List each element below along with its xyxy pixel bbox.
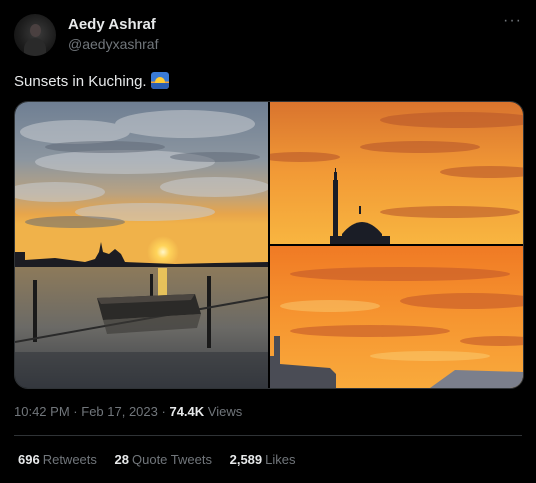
tweet-body: Sunsets in Kuching. bbox=[14, 73, 147, 90]
retweets-label: Retweets bbox=[42, 452, 97, 467]
quote-tweets-count: 28 bbox=[114, 452, 129, 467]
avatar[interactable] bbox=[14, 14, 56, 56]
avatar-head-shape bbox=[30, 24, 41, 37]
quote-tweets-label: Quote Tweets bbox=[132, 452, 212, 467]
photo-orange-sky[interactable] bbox=[270, 246, 523, 388]
divider bbox=[14, 435, 522, 436]
more-options-icon[interactable]: ··· bbox=[503, 12, 522, 30]
likes-stat[interactable]: 2,589 Likes bbox=[230, 452, 296, 467]
tweet-header: Aedy Ashraf @aedyxashraf ··· bbox=[14, 12, 524, 58]
tweet-text: Sunsets in Kuching. bbox=[14, 72, 169, 90]
author-name[interactable]: Aedy Ashraf bbox=[68, 16, 156, 33]
avatar-body-shape bbox=[24, 38, 46, 56]
tweet-time[interactable]: 10:42 PM bbox=[14, 404, 70, 419]
sunrise-over-water-icon bbox=[150, 72, 169, 89]
views-label: Views bbox=[207, 404, 243, 419]
tweet-meta: 10:42 PM · Feb 17, 2023 · 74.4K Views bbox=[14, 404, 242, 419]
meta-separator: · bbox=[73, 404, 78, 419]
quote-tweets-stat[interactable]: 28 Quote Tweets bbox=[115, 452, 212, 467]
mosque-dome-image bbox=[270, 102, 523, 244]
author-handle[interactable]: @aedyxashraf bbox=[68, 36, 158, 52]
orange-sky-image bbox=[270, 246, 523, 388]
media-grid bbox=[14, 101, 524, 389]
retweets-stat[interactable]: 696 Retweets bbox=[18, 452, 97, 467]
likes-label: Likes bbox=[265, 452, 296, 467]
views-count: 74.4K bbox=[169, 404, 205, 419]
meta-separator-2: · bbox=[161, 404, 166, 419]
tweet-stats: 696 Retweets 28 Quote Tweets 2,589 Likes bbox=[18, 452, 310, 467]
photo-river-sunset[interactable] bbox=[15, 102, 268, 388]
retweets-count: 696 bbox=[18, 452, 40, 467]
likes-count: 2,589 bbox=[229, 452, 263, 467]
photo-mosque-dome[interactable] bbox=[270, 102, 523, 244]
tweet-date[interactable]: Feb 17, 2023 bbox=[81, 404, 158, 419]
river-sunset-image bbox=[15, 102, 268, 388]
